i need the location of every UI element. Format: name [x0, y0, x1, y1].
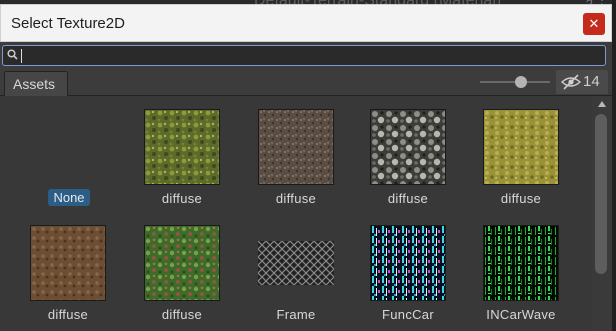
search-field[interactable] — [2, 45, 606, 66]
window-edge — [612, 0, 616, 331]
asset-item-none[interactable]: None — [14, 109, 114, 219]
asset-item[interactable]: diffuse — [471, 109, 571, 219]
toolbar: Assets 14 — [0, 68, 612, 96]
zoom-slider-thumb[interactable] — [515, 76, 527, 88]
asset-label: diffuse — [387, 191, 429, 206]
asset-item[interactable]: FuncCar — [358, 225, 458, 331]
search-row — [0, 42, 612, 68]
scroll-up-arrow-icon[interactable] — [598, 101, 606, 107]
texture-thumbnail — [370, 109, 446, 185]
asset-label: FuncCar — [382, 307, 434, 322]
scrollbar-thumb[interactable] — [595, 114, 607, 274]
asset-label: diffuse — [275, 191, 317, 206]
window-title: Select Texture2D — [11, 15, 125, 32]
texture-thumbnail — [144, 225, 220, 301]
hidden-packages-toggle[interactable]: 14 — [556, 70, 608, 94]
asset-label: diffuse — [500, 191, 542, 206]
search-icon — [7, 49, 18, 60]
asset-label: None — [48, 189, 90, 206]
texture-thumbnail — [258, 241, 334, 285]
texture-thumbnail — [30, 225, 106, 301]
texture-thumbnail — [258, 109, 334, 185]
asset-item[interactable]: Frame — [246, 225, 346, 331]
asset-label: diffuse — [161, 307, 203, 322]
asset-label: INCarWave — [486, 307, 556, 322]
hidden-count: 14 — [583, 73, 600, 90]
texture-thumbnail — [370, 225, 446, 301]
asset-item[interactable]: diffuse — [358, 109, 458, 219]
close-button[interactable]: ✕ — [583, 13, 605, 35]
asset-item[interactable]: diffuse — [18, 225, 118, 331]
asset-item[interactable]: INCarWave — [471, 225, 571, 331]
texture-thumbnail — [144, 109, 220, 185]
eye-slash-icon — [560, 74, 582, 90]
vertical-scrollbar[interactable] — [592, 97, 612, 331]
asset-label: diffuse — [161, 191, 203, 206]
search-input[interactable] — [23, 46, 583, 65]
close-icon: ✕ — [588, 16, 600, 31]
asset-grid: None diffuse diffuse diffuse diffuse dif… — [0, 97, 592, 331]
asset-label: diffuse — [47, 307, 89, 322]
texture-thumbnail — [483, 225, 559, 301]
text-caret — [21, 49, 22, 63]
texture-thumbnail — [483, 109, 559, 185]
asset-item[interactable]: diffuse — [246, 109, 346, 219]
asset-label: Frame — [276, 307, 316, 322]
asset-item[interactable]: diffuse — [132, 109, 232, 219]
tab-assets[interactable]: Assets — [4, 71, 68, 96]
title-bar: Select Texture2D ✕ — [0, 4, 612, 42]
asset-item[interactable]: diffuse — [132, 225, 232, 331]
